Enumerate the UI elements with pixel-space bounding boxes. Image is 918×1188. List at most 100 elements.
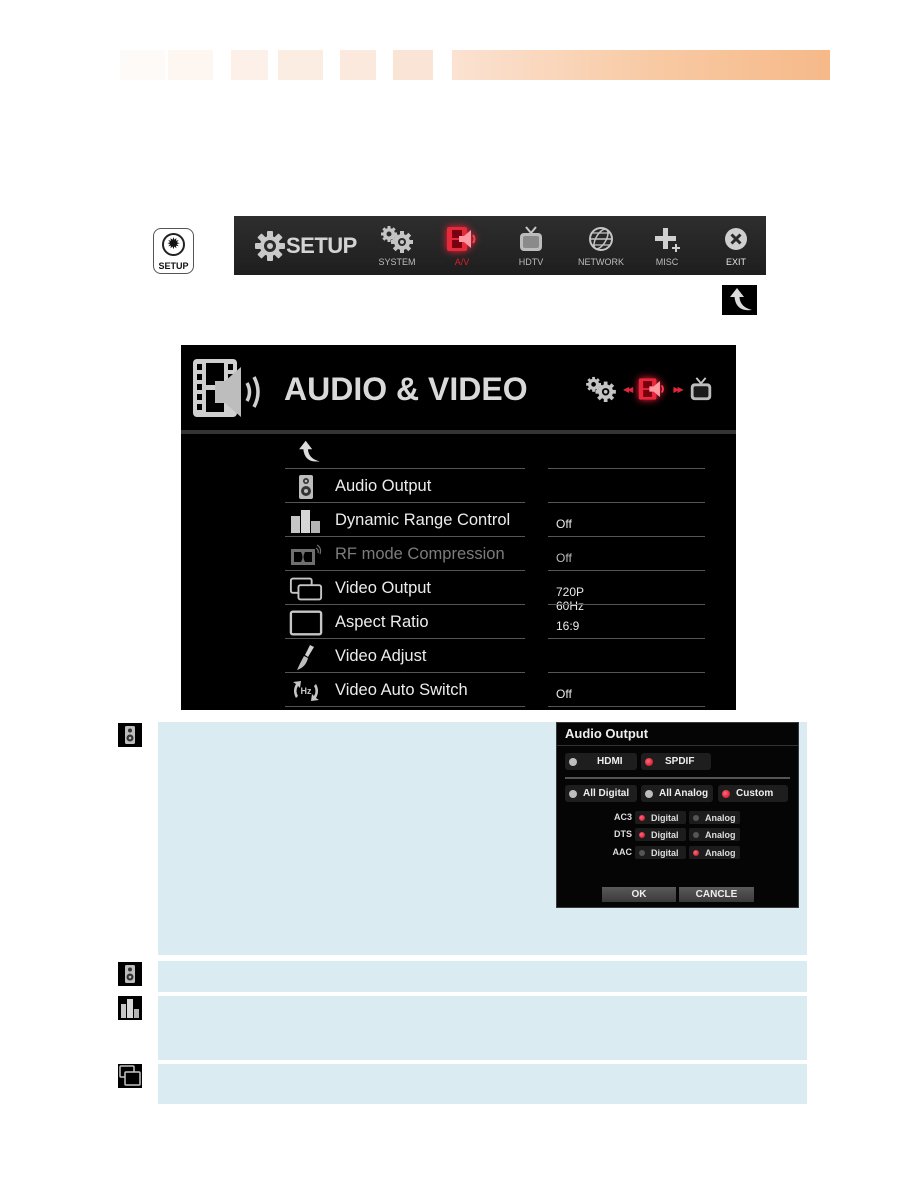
setting-value: 16:9 — [556, 619, 580, 633]
codec-aac-analog[interactable]: Analog — [689, 846, 740, 859]
codec-ac3-analog[interactable]: Analog — [689, 811, 740, 824]
radio-off-icon — [645, 789, 653, 798]
av-panel-header: AUDIO & VIDEO ◀◀ ▶▶ — [181, 345, 736, 430]
dolby-icon — [291, 544, 322, 565]
row-divider — [285, 570, 525, 571]
radio-off-icon — [639, 849, 645, 856]
codec-dts-analog[interactable]: Analog — [689, 828, 740, 841]
mode-option-all-digital[interactable]: All Digital — [565, 785, 637, 802]
dual-screen-icon — [119, 1065, 141, 1086]
dialog-title-divider — [557, 745, 798, 746]
av-panel-divider — [181, 430, 736, 434]
return-button — [722, 285, 757, 315]
output-option-hdmi[interactable]: HDMI — [565, 753, 637, 770]
radio-off-icon — [569, 789, 577, 798]
av-panel-title: AUDIO & VIDEO — [284, 371, 528, 407]
radio-off-icon — [693, 831, 699, 838]
header-block — [168, 50, 213, 80]
equalizer-icon — [291, 510, 320, 533]
svg-text:Hz: Hz — [301, 686, 312, 696]
codec-dts-digital[interactable]: Digital — [635, 828, 686, 841]
radio-on-icon — [722, 789, 730, 798]
row-divider — [285, 536, 525, 537]
menu-item-exit[interactable]: EXIT — [701, 224, 771, 267]
header-block — [340, 50, 376, 80]
row-divider — [548, 468, 705, 469]
gear-icon — [255, 231, 285, 261]
setting-value: Off — [556, 687, 572, 701]
codec-aac-digital[interactable]: Digital — [635, 846, 686, 859]
screen-icon — [289, 610, 323, 636]
row-divider — [548, 502, 705, 503]
explanation-box-dynamic-range — [158, 996, 807, 1060]
option-label: HDMI — [597, 756, 623, 767]
explanation-box-video-output — [158, 1064, 807, 1104]
codec-label: AAC — [612, 847, 633, 857]
radio-on-icon — [693, 849, 699, 856]
header-block — [231, 50, 268, 80]
setting-label: Video Output — [335, 579, 432, 597]
row-divider — [548, 706, 705, 707]
setting-label: RF mode Compression — [335, 545, 505, 563]
explanation-box-audio — [158, 961, 807, 992]
return-arrow-icon — [730, 288, 752, 311]
return-arrow-icon — [299, 440, 320, 462]
row-divider — [548, 570, 705, 571]
radio-off-icon — [569, 757, 577, 766]
brush-icon — [297, 645, 314, 670]
setting-label: Video Auto Switch — [335, 681, 468, 699]
gear-icon: ✹ — [166, 236, 181, 253]
menu-item-misc[interactable]: MISC — [632, 224, 702, 267]
explanation-icon — [118, 962, 142, 986]
menu-item-av[interactable]: A/V — [427, 224, 497, 267]
row-divider — [285, 502, 525, 503]
menu-item-network[interactable]: NETWORK — [566, 224, 636, 267]
codec-label: AC3 — [613, 812, 632, 822]
output-option-spdif[interactable]: SPDIF — [641, 753, 711, 770]
tv-icon[interactable] — [688, 375, 714, 403]
plus-icon — [655, 228, 680, 252]
remote-setup-button: ✹ SETUP — [153, 228, 194, 274]
menu-item-system[interactable]: SYSTEM — [362, 224, 432, 267]
setting-label: Audio Output — [335, 477, 432, 495]
option-label: SPDIF — [665, 756, 695, 767]
setup-menu-bar: SETUP SYSTEM A/V HDTV NETWORK MISC EXIT — [234, 216, 766, 275]
dialog-separator — [565, 777, 790, 779]
gears-icon — [381, 226, 413, 253]
explanation-icon — [118, 723, 142, 747]
cancel-button[interactable]: CANCLE — [679, 887, 754, 902]
setting-value: Off — [556, 517, 572, 531]
menu-item-hdtv[interactable]: HDTV — [496, 224, 566, 267]
tv-icon — [520, 226, 542, 251]
row-divider — [285, 638, 525, 639]
header-bar — [452, 50, 830, 80]
header-block — [120, 50, 165, 80]
setting-label: Video Adjust — [335, 647, 427, 665]
av-icon — [193, 359, 260, 417]
av-icon — [447, 227, 476, 251]
audio-video-panel: AUDIO & VIDEO ◀◀ ▶▶ Audio Output Dynamic… — [181, 345, 736, 710]
equalizer-icon — [121, 999, 139, 1018]
menu-item-label: NETWORK — [578, 257, 624, 267]
option-label: Analog — [705, 812, 736, 823]
radio-on-icon — [645, 757, 653, 766]
option-label: Digital — [651, 847, 679, 858]
option-label: All Analog — [659, 788, 709, 799]
header-block — [393, 50, 433, 80]
row-divider — [548, 536, 705, 537]
menu-item-label: MISC — [655, 257, 679, 267]
setting-label: Dynamic Range Control — [335, 511, 511, 529]
codec-ac3-digital[interactable]: Digital — [635, 811, 686, 824]
gears-icon[interactable] — [585, 376, 617, 402]
option-label: Analog — [705, 829, 736, 840]
mode-option-all-analog[interactable]: All Analog — [641, 785, 713, 802]
menu-item-label: EXIT — [725, 257, 746, 267]
ok-button[interactable]: OK — [602, 887, 676, 902]
setting-value: Off — [556, 551, 572, 565]
header-block — [278, 50, 323, 80]
speaker-icon — [125, 965, 135, 983]
option-label: All Digital — [583, 788, 630, 799]
setup-title-text: SETUP — [286, 233, 357, 258]
mode-option-custom[interactable]: Custom — [718, 785, 788, 802]
audio-output-dialog: Audio Output HDMI SPDIF All Digital All … — [556, 722, 799, 908]
